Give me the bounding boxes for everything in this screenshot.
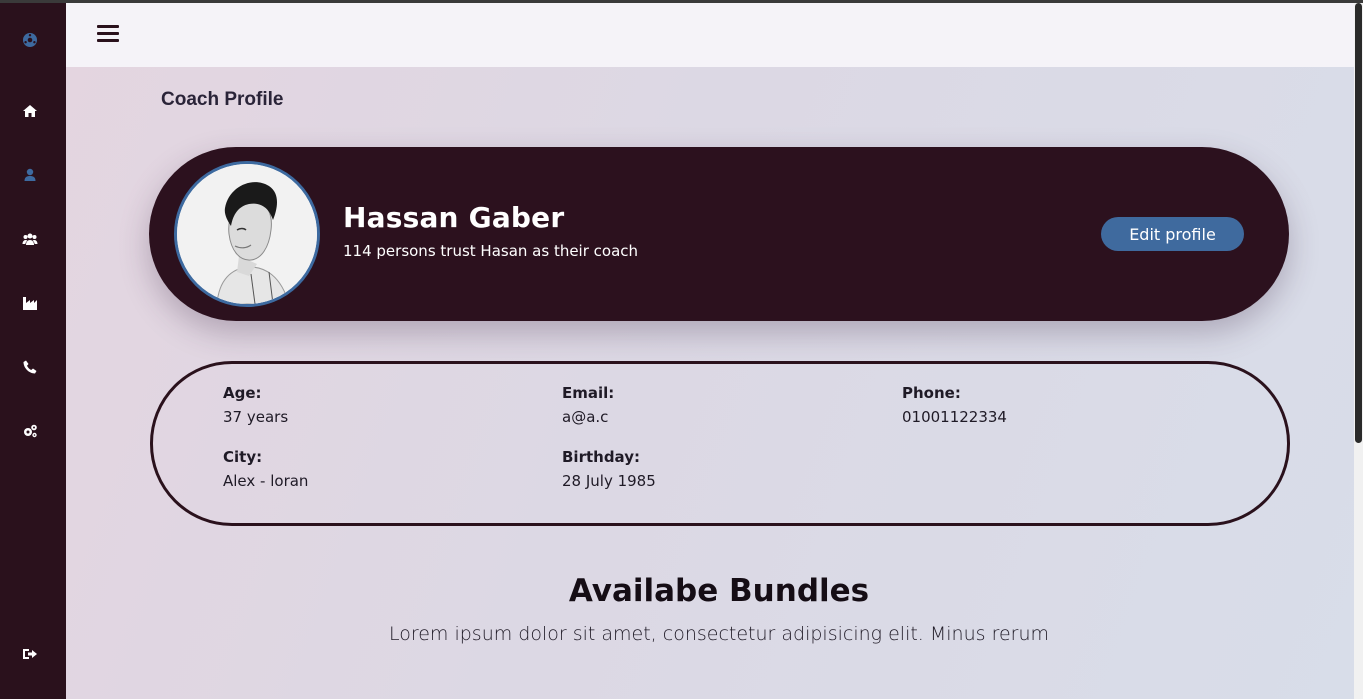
main-content: Coach Profile Hassan Gaber 114 persons t… xyxy=(66,3,1354,699)
birthday-value: 28 July 1985 xyxy=(562,472,656,490)
top-bar xyxy=(66,3,1354,67)
hamburger-icon[interactable] xyxy=(97,25,119,43)
page-scrollbar[interactable] xyxy=(1354,3,1363,699)
age-field: Age: 37 years xyxy=(223,383,288,427)
age-label: Age: xyxy=(223,384,262,402)
avatar xyxy=(174,161,320,307)
edit-profile-button[interactable]: Edit profile xyxy=(1101,217,1244,251)
logo-ball-icon[interactable] xyxy=(21,31,39,49)
logout-icon[interactable] xyxy=(21,645,39,663)
bundles-description: Lorem ipsum dolor sit amet, consectetur … xyxy=(388,623,1050,645)
email-field: Email: a@a.c xyxy=(562,383,614,427)
birthday-field: Birthday: 28 July 1985 xyxy=(562,447,656,491)
profile-card: Hassan Gaber 114 persons trust Hasan as … xyxy=(149,147,1289,321)
page-title: Coach Profile xyxy=(161,89,284,110)
home-icon[interactable] xyxy=(21,102,39,120)
phone-icon[interactable] xyxy=(21,358,39,376)
email-label: Email: xyxy=(562,384,615,402)
sidebar xyxy=(0,3,66,699)
age-value: 37 years xyxy=(223,408,289,426)
email-value: a@a.c xyxy=(562,408,609,426)
info-card: Age: 37 years Email: a@a.c Phone: 010011… xyxy=(150,361,1290,526)
phone-field: Phone: 01001122334 xyxy=(902,383,1007,427)
scrollbar-thumb[interactable] xyxy=(1355,3,1362,443)
city-field: City: Alex - loran xyxy=(223,447,308,491)
city-value: Alex - loran xyxy=(223,472,309,490)
phone-label: Phone: xyxy=(902,384,961,402)
city-label: City: xyxy=(223,448,263,466)
birthday-label: Birthday: xyxy=(562,448,640,466)
user-icon[interactable] xyxy=(21,166,39,184)
coach-trust-text: 114 persons trust Hasan as their coach xyxy=(343,242,639,260)
phone-value: 01001122334 xyxy=(902,408,1007,426)
bundles-title: Availabe Bundles xyxy=(568,573,870,609)
settings-icon[interactable] xyxy=(21,422,39,440)
coach-name: Hassan Gaber xyxy=(343,201,565,234)
users-icon[interactable] xyxy=(21,230,39,248)
industry-icon[interactable] xyxy=(21,294,39,312)
